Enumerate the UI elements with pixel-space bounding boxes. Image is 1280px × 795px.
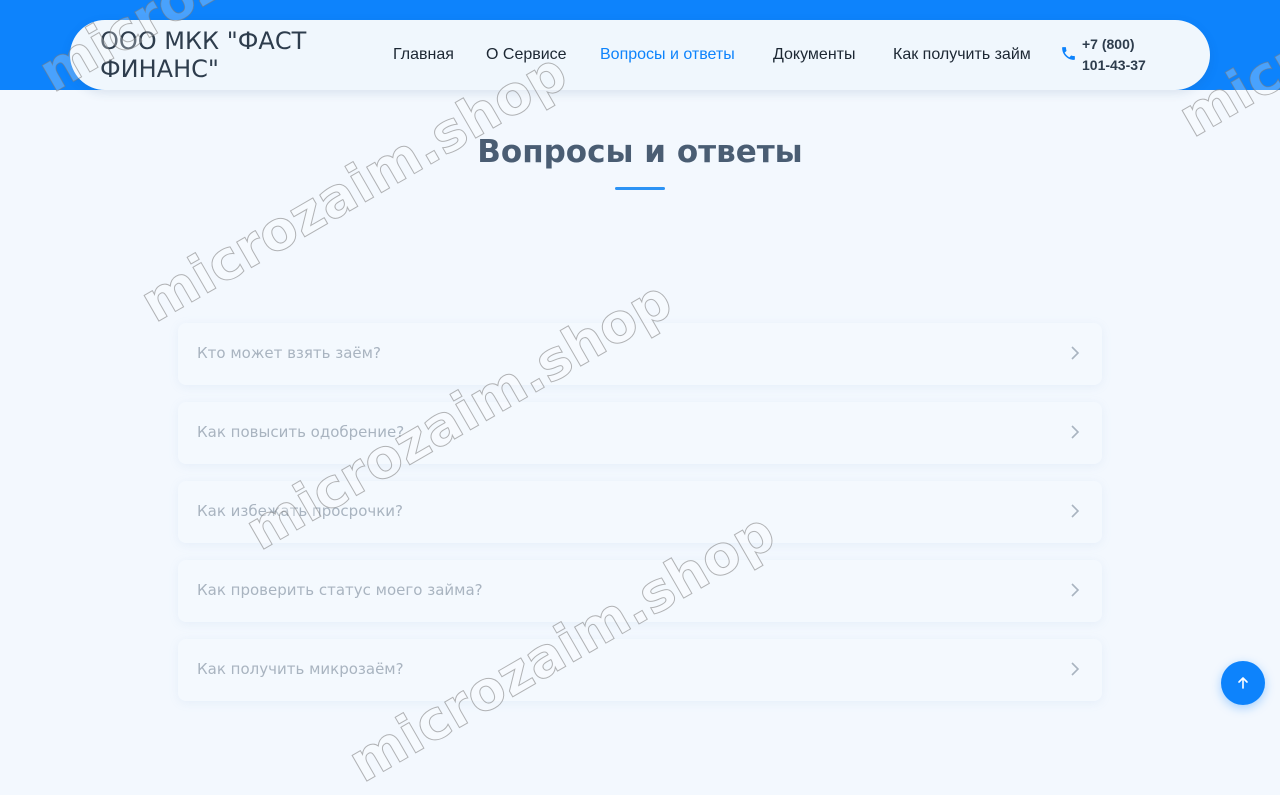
chevron-right-icon (1071, 425, 1080, 439)
phone-number[interactable]: +7 (800) 101-43-37 (1082, 34, 1160, 76)
chevron-right-icon (1071, 662, 1080, 676)
title-underline (615, 187, 665, 190)
company-logo-text[interactable]: ООО МКК "ФАСТ ФИНАНС" (100, 27, 340, 83)
faq-item[interactable]: Как повысить одобрение? (178, 402, 1102, 464)
chevron-right-icon (1071, 504, 1080, 518)
nav-item-documents[interactable]: Документы (773, 45, 855, 65)
faq-item[interactable]: Как проверить статус моего займа? (178, 560, 1102, 622)
phone-icon (1062, 47, 1075, 60)
nav-item-how-to-get-loan[interactable]: Как получить займ (893, 45, 1031, 65)
page-title: Вопросы и ответы (477, 134, 803, 170)
nav-item-home[interactable]: Главная (393, 45, 454, 65)
site-header: ООО МКК "ФАСТ ФИНАНС" Главная О Сервисе … (70, 20, 1210, 90)
chevron-right-icon (1071, 583, 1080, 597)
faq-question: Кто может взять заём? (197, 344, 381, 362)
faq-item[interactable]: Как избежать просрочки? (178, 481, 1102, 543)
faq-question: Как избежать просрочки? (197, 502, 404, 520)
scroll-to-top-button[interactable] (1221, 661, 1265, 705)
phone-contact[interactable]: +7 (800) 101-43-37 (1060, 34, 1160, 76)
faq-question: Как получить микрозаём? (197, 660, 404, 678)
faq-question: Как повысить одобрение? (197, 423, 405, 441)
nav-item-about[interactable]: О Сервисе (486, 45, 567, 65)
chevron-right-icon (1071, 346, 1080, 360)
arrow-up-icon (1238, 677, 1248, 689)
faq-item[interactable]: Кто может взять заём? (178, 323, 1102, 385)
faq-item[interactable]: Как получить микрозаём? (178, 639, 1102, 701)
nav-item-faq[interactable]: Вопросы и ответы (600, 45, 735, 65)
faq-question: Как проверить статус моего займа? (197, 581, 483, 599)
